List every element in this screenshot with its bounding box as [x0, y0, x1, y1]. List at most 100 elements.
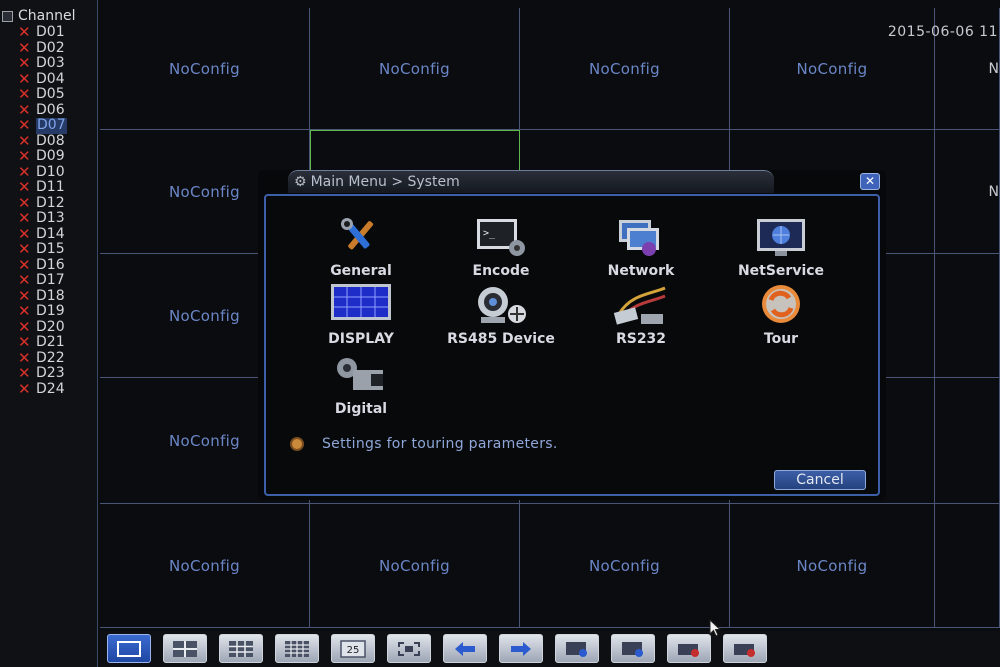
menu-item-label: Network — [607, 263, 675, 279]
info-text: Settings for touring parameters. — [322, 436, 558, 452]
channel-label: D06 — [36, 101, 65, 118]
noconfig-label: NoConfig — [589, 59, 660, 78]
bottom-toolbar: 25 — [100, 631, 1000, 667]
info-row: Settings for touring parameters. — [290, 436, 558, 452]
ptz-button[interactable] — [611, 634, 655, 663]
globe-monitor-icon — [751, 216, 811, 260]
info-bullet-icon — [290, 437, 304, 451]
menu-item-general[interactable]: General — [296, 216, 426, 284]
ptz-icon — [620, 640, 646, 658]
tree-collapse-icon[interactable] — [2, 10, 13, 22]
cancel-button[interactable]: Cancel — [774, 470, 866, 490]
stop-record-button[interactable] — [723, 634, 767, 663]
channel-item[interactable]: ✕ D24 — [18, 379, 67, 398]
channel-label: D05 — [36, 86, 65, 102]
display-grid-icon — [331, 284, 391, 328]
video-cell[interactable]: NoConfig — [520, 504, 730, 628]
channel-label: D08 — [36, 132, 65, 149]
sixteen-screen-icon — [284, 640, 310, 658]
video-cell[interactable]: NoConfig — [100, 8, 310, 130]
menu-item-digital[interactable]: Digital — [296, 354, 426, 422]
fullscreen-button[interactable] — [387, 634, 431, 663]
channel-label: D14 — [36, 225, 65, 242]
wrench-screwdriver-icon — [331, 216, 391, 260]
channel-label: D22 — [36, 349, 65, 366]
channel-label: D10 — [36, 163, 65, 180]
video-cell[interactable]: NoConfig — [310, 8, 520, 130]
video-cell[interactable] — [935, 254, 1000, 378]
no-signal-x-icon: ✕ — [18, 379, 31, 398]
menu-item-tour[interactable]: Tour — [716, 284, 846, 352]
ptz-camera-icon — [471, 284, 531, 328]
menu-item-label: DISPLAY — [328, 331, 394, 347]
system-dialog: ⚙ Main Menu > System ✕ General >_ Encode Ne… — [258, 170, 886, 500]
single-view-button[interactable] — [107, 634, 151, 663]
noconfig-label: NoConfig — [589, 556, 660, 575]
channel-label: D07 — [36, 117, 67, 134]
channel-header[interactable]: Channel — [2, 8, 75, 24]
menu-item-encode[interactable]: >_ Encode — [436, 216, 566, 284]
video-cell[interactable]: NoConfig — [730, 504, 935, 628]
playback-button[interactable] — [555, 634, 599, 663]
noconfig-label: NoConfig — [796, 59, 868, 78]
record-icon — [676, 640, 702, 658]
video-cell[interactable]: NoConfig — [310, 504, 520, 628]
channel-label: D03 — [36, 55, 65, 71]
menu-item-network[interactable]: Network — [576, 216, 706, 284]
twentyfive-view-button[interactable]: 25 — [331, 634, 375, 663]
sixteen-view-button[interactable] — [275, 634, 319, 663]
fullscreen-icon — [396, 640, 422, 658]
arrow-left-icon — [452, 640, 478, 658]
channel-label: D23 — [36, 365, 65, 381]
dialog-title: Main Menu > System — [310, 174, 460, 190]
noconfig-label: NoConfig — [796, 556, 868, 575]
single-screen-icon — [116, 640, 142, 658]
cell-edge-text: N — [988, 60, 999, 77]
noconfig-label: NoConfig — [169, 556, 240, 575]
playback-icon — [564, 640, 590, 658]
video-cell[interactable] — [935, 504, 1000, 628]
menu-item-rs485-device[interactable]: RS485 Device — [436, 284, 566, 352]
noconfig-label: NoConfig — [379, 556, 450, 575]
channel-label: D02 — [36, 39, 65, 56]
svg-text:>_: >_ — [483, 228, 496, 239]
channel-label: D16 — [36, 256, 65, 273]
video-cell[interactable]: NoConfig — [100, 504, 310, 628]
menu-item-display[interactable]: DISPLAY — [296, 284, 426, 352]
channel-label: D15 — [36, 241, 65, 257]
video-cell[interactable]: N — [935, 130, 1000, 254]
video-cell[interactable]: NoConfig — [520, 8, 730, 130]
channel-label: D04 — [36, 70, 65, 87]
channel-label: D17 — [36, 272, 65, 288]
menu-item-rs232[interactable]: RS232 — [576, 284, 706, 352]
channel-label: D09 — [36, 148, 65, 164]
record-button[interactable] — [667, 634, 711, 663]
network-monitors-icon — [611, 216, 671, 260]
close-button[interactable]: ✕ — [860, 173, 880, 190]
video-cell[interactable] — [935, 378, 1000, 504]
noconfig-label: NoConfig — [379, 59, 450, 78]
channel-label: D24 — [36, 380, 65, 397]
channel-label: D11 — [36, 179, 65, 195]
channel-label: D12 — [36, 194, 65, 211]
menu-item-netservice[interactable]: NetService — [716, 216, 846, 284]
next-button[interactable] — [499, 634, 543, 663]
nine-view-button[interactable] — [219, 634, 263, 663]
channel-panel: Channel ✕ D01 ✕ D02 ✕ D03 ✕ D04 ✕ D05 ✕ D06 ✕ D07 ✕ D08… — [0, 0, 98, 667]
terminal-gear-icon: >_ — [471, 216, 531, 260]
menu-item-label: RS485 Device — [447, 331, 555, 347]
dialog-titlebar[interactable]: ⚙ Main Menu > System — [288, 170, 774, 193]
channel-label: D20 — [36, 318, 65, 335]
menu-item-label: RS232 — [615, 331, 667, 347]
channel-label: D19 — [36, 303, 65, 319]
svg-text:25: 25 — [347, 645, 360, 656]
quad-view-button[interactable] — [163, 634, 207, 663]
previous-button[interactable] — [443, 634, 487, 663]
digital-camera-gear-icon — [331, 354, 391, 398]
menu-item-label: General — [330, 263, 392, 279]
channel-header-label: Channel — [18, 8, 76, 24]
channel-label: D18 — [36, 287, 65, 304]
serial-cable-icon — [611, 284, 671, 328]
channel-label: D21 — [36, 334, 65, 350]
twenty-five-screen-icon: 25 — [340, 639, 366, 658]
